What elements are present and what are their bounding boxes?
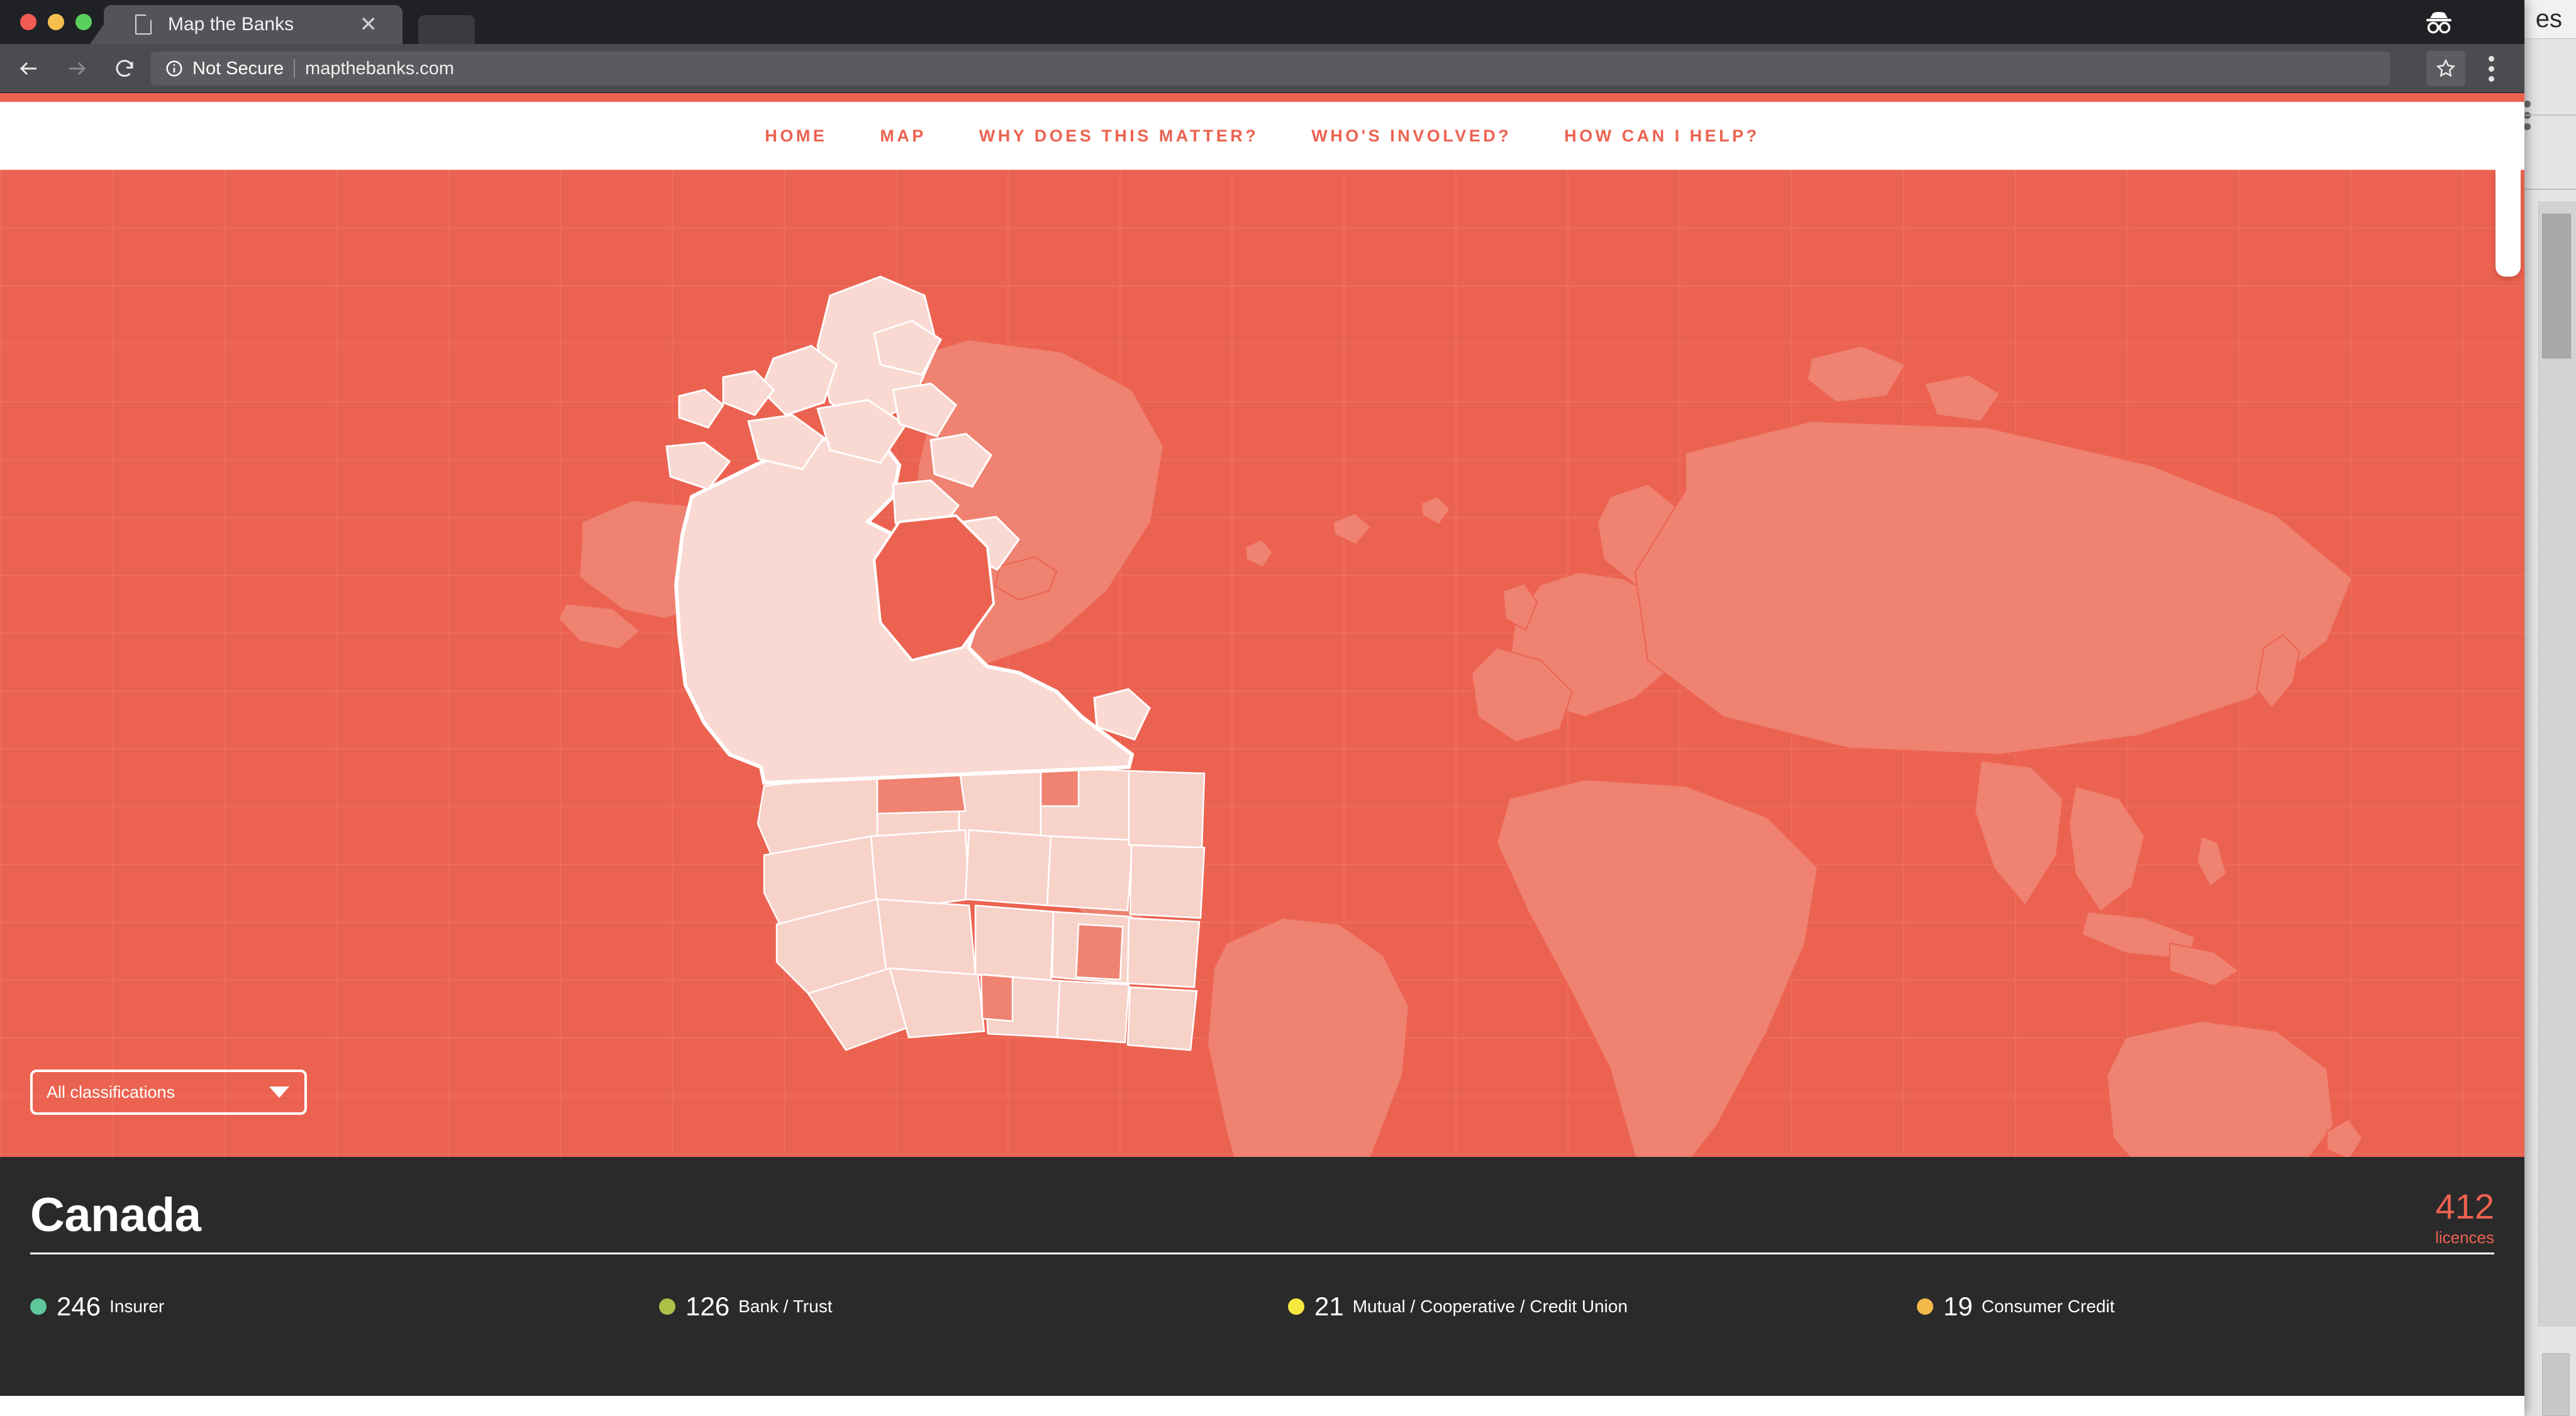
tab-title: Map the Banks (168, 14, 294, 35)
reload-icon[interactable] (106, 50, 143, 87)
legend-item-insurer[interactable]: 246 Insurer (30, 1293, 659, 1320)
background-window-scrollbar[interactable] (2538, 201, 2576, 1327)
address-bar[interactable]: Not Secure mapthebanks.com (151, 52, 2390, 86)
background-window-text: es (2535, 5, 2562, 33)
background-window-scrollbar-thumb[interactable] (2542, 214, 2571, 358)
legend-dot-icon (1288, 1298, 1304, 1315)
legend-dot-icon (1917, 1298, 1933, 1315)
nav-item-who[interactable]: WHO'S INVOLVED? (1311, 126, 1511, 146)
legend-label: Mutual / Cooperative / Credit Union (1352, 1297, 1628, 1316)
arrow-right-icon[interactable] (58, 50, 96, 87)
nav-item-home[interactable]: HOME (765, 126, 827, 146)
background-window-menu-icon (2524, 101, 2531, 135)
legend-item-bank-trust[interactable]: 126 Bank / Trust (659, 1293, 1288, 1320)
nav-item-help[interactable]: HOW CAN I HELP? (1564, 126, 1760, 146)
legend-item-mutual-coop[interactable]: 21 Mutual / Cooperative / Credit Union (1288, 1293, 1917, 1320)
kebab-menu-icon[interactable] (2475, 51, 2507, 86)
new-tab-button[interactable] (418, 15, 475, 44)
chevron-down-icon (269, 1087, 289, 1098)
maximize-window-button[interactable] (75, 14, 92, 30)
arrow-left-icon[interactable] (10, 50, 48, 87)
total-licences-count: 412 (2435, 1186, 2494, 1226)
legend-count: 21 (1314, 1292, 1344, 1321)
document-icon (135, 14, 152, 35)
close-window-button[interactable] (20, 14, 36, 30)
toolbar-right-actions (2426, 51, 2513, 86)
url-text: mapthebanks.com (305, 58, 455, 79)
incognito-icon (2426, 12, 2451, 34)
star-icon[interactable] (2426, 51, 2465, 86)
page-below-fold (0, 1396, 2524, 1416)
security-status: Not Secure (192, 58, 284, 79)
browser-tab[interactable]: Map the Banks ✕ (104, 5, 402, 44)
legend-dot-icon (30, 1298, 47, 1315)
site-navigation: HOME MAP WHY DOES THIS MATTER? WHO'S INV… (0, 102, 2524, 170)
classification-filter-dropdown[interactable]: All classifications (30, 1070, 307, 1115)
omnibox-divider (294, 59, 296, 78)
nav-item-why[interactable]: WHY DOES THIS MATTER? (979, 126, 1259, 146)
minimize-window-button[interactable] (48, 14, 64, 30)
browser-window: Map the Banks ✕ Not Secure mapthebanks.c… (0, 0, 2524, 1416)
window-controls[interactable] (20, 14, 92, 30)
browser-toolbar: Not Secure mapthebanks.com (0, 44, 2524, 93)
total-licences: 412 licences (2435, 1189, 2494, 1247)
close-icon[interactable]: ✕ (360, 14, 378, 35)
legend-label: Bank / Trust (738, 1297, 833, 1316)
background-window-scrollbar-thumb-lower[interactable] (2542, 1353, 2570, 1416)
world-map-svg[interactable] (0, 170, 2524, 1157)
page-scrollbar-thumb[interactable] (2496, 170, 2521, 277)
classification-filter-value: All classifications (47, 1082, 175, 1102)
legend-count: 246 (57, 1292, 101, 1321)
world-map[interactable]: All classifications (0, 170, 2524, 1157)
nav-item-map[interactable]: MAP (880, 126, 926, 146)
info-circle-icon (166, 60, 182, 77)
legend-count: 126 (686, 1292, 730, 1321)
page-title: Canada (30, 1188, 201, 1242)
page-viewport: HOME MAP WHY DOES THIS MATTER? WHO'S INV… (0, 93, 2524, 1416)
legend-label: Insurer (109, 1297, 165, 1316)
country-stats-panel: Canada 412 licences 246 Insurer 126 Bank… (0, 1157, 2524, 1396)
total-licences-label: licences (2435, 1228, 2494, 1247)
legend-item-consumer-credit[interactable]: 19 Consumer Credit (1917, 1293, 2114, 1320)
classification-legend: 246 Insurer 126 Bank / Trust 21 Mutual /… (30, 1254, 2494, 1320)
legend-label: Consumer Credit (1981, 1297, 2115, 1316)
top-accent-bar (0, 93, 2524, 102)
legend-dot-icon (659, 1298, 675, 1315)
stats-header: Canada 412 licences (30, 1157, 2494, 1253)
legend-count: 19 (1943, 1292, 1973, 1321)
tab-strip: Map the Banks ✕ (0, 0, 2524, 44)
